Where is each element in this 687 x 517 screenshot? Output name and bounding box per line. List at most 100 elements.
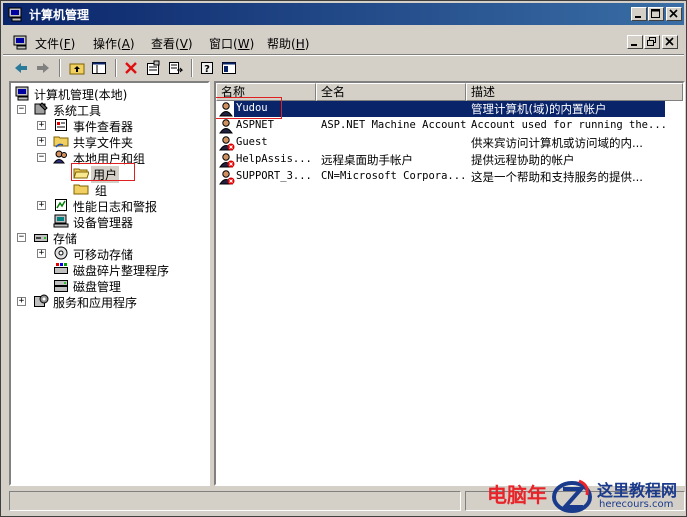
storage-icon: [34, 234, 48, 242]
user-name: HelpAssis...: [236, 153, 312, 165]
menu-action[interactable]: 操作(A): [93, 35, 135, 52]
export-icon: [169, 62, 183, 74]
tree-label: 磁盘管理: [73, 280, 122, 294]
export-list-button[interactable]: [165, 58, 185, 78]
watermark-url: herecours.com: [599, 499, 674, 510]
minimize-icon: [631, 44, 637, 46]
user-row-support[interactable]: SUPPORT_3... CN=Microsoft Corpora... 这是一…: [216, 169, 665, 186]
highlight-box-yudou: [216, 97, 282, 119]
child-minimize-button[interactable]: [627, 35, 643, 49]
svg-text:?: ?: [204, 64, 210, 75]
computer-management-icon: [8, 7, 22, 22]
minimize-icon: [635, 16, 641, 18]
user-list-pane[interactable]: 名称 全名 描述 Yudou 管理计算机(域)的内置帐户 ASPNET ASP.…: [214, 81, 685, 486]
disabled-user-icon: [219, 153, 235, 168]
console-tree-pane[interactable]: 计算机管理(本地) − 系统工具 + 事件查看器 + 共享文件夹 − 本地用户和…: [9, 81, 210, 486]
collapse-toggle[interactable]: −: [37, 153, 46, 162]
close-icon: [665, 37, 674, 46]
expand-toggle[interactable]: +: [37, 249, 46, 258]
tree-label: 设备管理器: [73, 216, 134, 230]
menu-window[interactable]: 窗口(W): [209, 35, 254, 52]
delete-button[interactable]: [121, 58, 141, 78]
user-fullname: ASP.NET Machine Account: [321, 119, 466, 131]
performance-logs-icon: [55, 199, 67, 211]
user-fullname: CN=Microsoft Corpora...: [321, 170, 466, 182]
menu-bar: 文件(F) 操作(A) 查看(V) 窗口(W) 帮助(H): [3, 29, 684, 55]
title-bar[interactable]: 计算机管理: [3, 3, 684, 25]
toolbar-separator: [191, 59, 193, 77]
user-description: Account used for running the...: [471, 119, 667, 131]
expand-toggle[interactable]: +: [37, 121, 46, 130]
users-group-icon: [53, 150, 67, 164]
user-name: ASPNET: [236, 119, 274, 131]
toolbar-separator: [115, 59, 117, 77]
watermark: 电脑年 这里教程网 herecours.com: [485, 473, 685, 517]
maximize-button[interactable]: [648, 7, 664, 21]
maximize-icon: [651, 9, 660, 18]
menu-file[interactable]: 文件(F): [35, 35, 75, 52]
user-fullname: 远程桌面助手帐户: [321, 153, 413, 167]
close-icon: [669, 9, 678, 18]
minimize-button[interactable]: [631, 7, 647, 21]
properties-icon: [147, 60, 160, 75]
folder-icon: [73, 184, 89, 195]
event-viewer-icon: [55, 119, 67, 131]
forward-button[interactable]: [33, 58, 53, 78]
user-row-helpassistant[interactable]: HelpAssis... 远程桌面助手帐户 提供远程协助的帐户: [216, 152, 665, 169]
expand-toggle[interactable]: +: [17, 297, 26, 306]
back-arrow-icon: [15, 63, 27, 73]
user-description: 提供远程协助的帐户: [471, 153, 575, 167]
collapse-toggle[interactable]: −: [17, 233, 26, 242]
show-hide-tree-button[interactable]: [89, 58, 109, 78]
tree-label: 磁盘碎片整理程序: [73, 264, 170, 278]
disabled-user-icon: [219, 170, 235, 185]
user-row-aspnet[interactable]: ASPNET ASP.NET Machine Account Account u…: [216, 118, 667, 135]
action-pane-icon: [222, 62, 236, 74]
user-row-yudou[interactable]: Yudou 管理计算机(域)的内置帐户: [216, 101, 665, 118]
child-close-button[interactable]: [662, 35, 678, 49]
child-restore-button[interactable]: [644, 35, 660, 49]
delete-x-icon: [125, 62, 137, 74]
watermark-title: 这里教程网: [597, 481, 678, 500]
defrag-icon: [54, 263, 68, 274]
up-one-level-button[interactable]: [67, 58, 87, 78]
menu-help[interactable]: 帮助(H): [267, 35, 309, 52]
shared-folder-icon: [53, 136, 69, 148]
column-header-description[interactable]: 描述: [466, 83, 683, 101]
user-description: 管理计算机(域)的内置帐户: [471, 102, 607, 116]
properties-button[interactable]: [143, 58, 163, 78]
console-tree-icon: [92, 62, 106, 74]
toolbar: ?: [3, 55, 684, 81]
disabled-user-icon: [219, 136, 235, 151]
computer-icon: [15, 86, 29, 101]
toolbar-separator: [59, 59, 61, 77]
expand-toggle[interactable]: +: [37, 201, 46, 210]
disk-management-icon: [54, 280, 68, 292]
show-hide-action-pane-button[interactable]: [219, 58, 239, 78]
user-name: SUPPORT_3...: [236, 170, 312, 182]
system-menu-icon[interactable]: [13, 34, 29, 50]
system-tools-icon: [34, 102, 48, 115]
user-icon: [219, 119, 233, 134]
expand-toggle[interactable]: +: [37, 137, 46, 146]
help-button[interactable]: ?: [197, 58, 217, 78]
watermark-logo-icon: [552, 479, 592, 513]
status-cell-main: [9, 491, 461, 511]
collapse-toggle[interactable]: −: [17, 105, 26, 114]
help-book-icon: ?: [201, 62, 213, 75]
tree-label: 服务和应用程序: [53, 296, 138, 310]
user-row-guest[interactable]: Guest 供来宾访问计算机或访问域的内...: [216, 135, 665, 152]
column-header-fullname[interactable]: 全名: [316, 83, 466, 101]
computer-management-window: 计算机管理 文件(F) 操作(A) 查看(V) 窗口(W) 帮助(H) ? 计算…: [0, 0, 687, 517]
removable-storage-icon: [54, 246, 68, 260]
tree-label: 组: [95, 184, 108, 198]
menu-view[interactable]: 查看(V): [151, 35, 193, 52]
window-title: 计算机管理: [29, 8, 90, 22]
tree-label: 共享文件夹: [73, 136, 134, 150]
user-description: 供来宾访问计算机或访问域的内...: [471, 136, 643, 150]
close-button[interactable]: [666, 7, 682, 21]
services-icon: [34, 294, 49, 307]
back-button[interactable]: [11, 58, 31, 78]
tree-label: 性能日志和警报: [73, 200, 158, 214]
tree-label: 事件查看器: [73, 120, 134, 134]
